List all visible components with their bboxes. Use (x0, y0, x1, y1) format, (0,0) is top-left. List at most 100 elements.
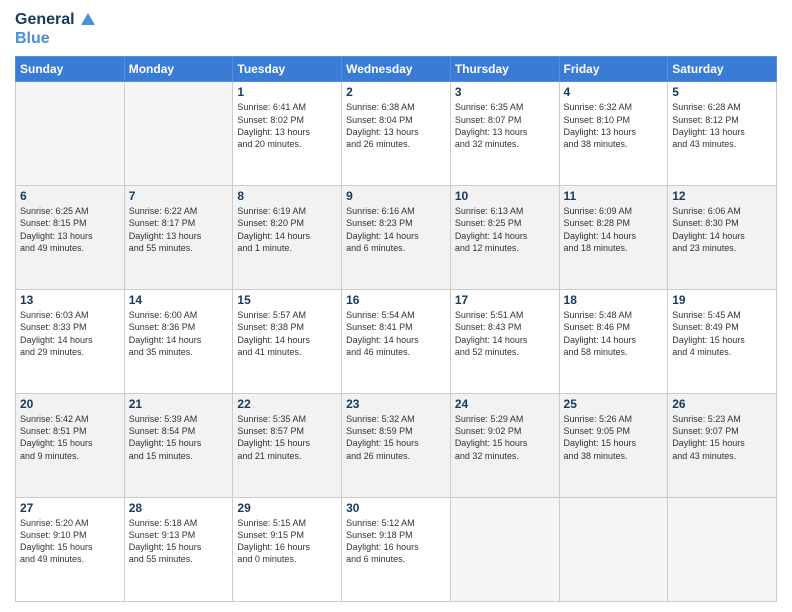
day-number: 5 (672, 85, 772, 99)
day-info: Sunrise: 6:32 AM Sunset: 8:10 PM Dayligh… (564, 101, 664, 150)
calendar-cell: 2 Sunrise: 6:38 AM Sunset: 8:04 PM Daylig… (342, 82, 451, 186)
calendar-cell: 11 Sunrise: 6:09 AM Sunset: 8:28 PM Dayli… (559, 186, 668, 290)
calendar-cell: 1 Sunrise: 6:41 AM Sunset: 8:02 PM Daylig… (233, 82, 342, 186)
day-info: Sunrise: 6:03 AM Sunset: 8:33 PM Dayligh… (20, 309, 120, 358)
day-of-week-header: Saturday (668, 57, 777, 82)
day-number: 20 (20, 397, 120, 411)
calendar-cell: 15Sunrise: 5:57 AM Sunset: 8:38 PM Dayli… (233, 290, 342, 394)
day-number: 3 (455, 85, 555, 99)
calendar-cell: 26Sunrise: 5:23 AM Sunset: 9:07 PM Dayli… (668, 394, 777, 498)
calendar-cell: 8 Sunrise: 6:19 AM Sunset: 8:20 PM Daylig… (233, 186, 342, 290)
day-info: Sunrise: 6:06 AM Sunset: 8:30 PM Dayligh… (672, 205, 772, 254)
calendar-cell: 16 Sunrise: 5:54 AM Sunset: 8:41 PM Dayli… (342, 290, 451, 394)
day-number: 19 (672, 293, 772, 307)
calendar-week-row: 6 Sunrise: 6:25 AM Sunset: 8:15 PM Daylig… (16, 186, 777, 290)
day-number: 27 (20, 501, 120, 515)
day-info: Sunrise: 5:45 AM Sunset: 8:49 PM Dayligh… (672, 309, 772, 358)
calendar-cell: 7 Sunrise: 6:22 AM Sunset: 8:17 PM Daylig… (124, 186, 233, 290)
day-info: Sunrise: 6:38 AM Sunset: 8:04 PM Dayligh… (346, 101, 446, 150)
day-info: Sunrise: 5:35 AM Sunset: 8:57 PM Dayligh… (237, 413, 337, 462)
day-number: 16 (346, 293, 446, 307)
calendar-cell: 20 Sunrise: 5:42 AM Sunset: 8:51 PM Dayli… (16, 394, 125, 498)
calendar-cell: 28 Sunrise: 5:18 AM Sunset: 9:13 PM Dayli… (124, 498, 233, 602)
day-number: 10 (455, 189, 555, 203)
calendar-cell: 10Sunrise: 6:13 AM Sunset: 8:25 PM Dayli… (450, 186, 559, 290)
page: General Blue SundayMondayTuesdayWednesda… (0, 0, 792, 612)
calendar-cell: 30 Sunrise: 5:12 AM Sunset: 9:18 PM Dayli… (342, 498, 451, 602)
calendar-cell: 12 Sunrise: 6:06 AM Sunset: 8:30 PM Dayli… (668, 186, 777, 290)
day-of-week-header: Thursday (450, 57, 559, 82)
day-number: 23 (346, 397, 446, 411)
day-number: 8 (237, 189, 337, 203)
day-of-week-header: Wednesday (342, 57, 451, 82)
day-info: Sunrise: 6:16 AM Sunset: 8:23 PM Dayligh… (346, 205, 446, 254)
calendar-table: SundayMondayTuesdayWednesdayThursdayFrid… (15, 56, 777, 602)
calendar-cell: 23 Sunrise: 5:32 AM Sunset: 8:59 PM Dayli… (342, 394, 451, 498)
day-number: 21 (129, 397, 229, 411)
day-number: 28 (129, 501, 229, 515)
calendar-cell: 18Sunrise: 5:48 AM Sunset: 8:46 PM Dayli… (559, 290, 668, 394)
day-number: 29 (237, 501, 337, 515)
calendar-week-row: 13 Sunrise: 6:03 AM Sunset: 8:33 PM Dayli… (16, 290, 777, 394)
day-number: 17 (455, 293, 555, 307)
calendar-week-row: 20 Sunrise: 5:42 AM Sunset: 8:51 PM Dayli… (16, 394, 777, 498)
day-of-week-header: Tuesday (233, 57, 342, 82)
day-info: Sunrise: 6:28 AM Sunset: 8:12 PM Dayligh… (672, 101, 772, 150)
calendar-cell: 14 Sunrise: 6:00 AM Sunset: 8:36 PM Dayli… (124, 290, 233, 394)
calendar-week-row: 27 Sunrise: 5:20 AM Sunset: 9:10 PM Dayli… (16, 498, 777, 602)
day-info: Sunrise: 6:41 AM Sunset: 8:02 PM Dayligh… (237, 101, 337, 150)
day-info: Sunrise: 5:26 AM Sunset: 9:05 PM Dayligh… (564, 413, 664, 462)
calendar-cell: 13 Sunrise: 6:03 AM Sunset: 8:33 PM Dayli… (16, 290, 125, 394)
day-info: Sunrise: 6:09 AM Sunset: 8:28 PM Dayligh… (564, 205, 664, 254)
day-info: Sunrise: 5:29 AM Sunset: 9:02 PM Dayligh… (455, 413, 555, 462)
day-number: 22 (237, 397, 337, 411)
day-info: Sunrise: 5:12 AM Sunset: 9:18 PM Dayligh… (346, 517, 446, 566)
day-of-week-header: Monday (124, 57, 233, 82)
day-of-week-header: Friday (559, 57, 668, 82)
day-info: Sunrise: 5:20 AM Sunset: 9:10 PM Dayligh… (20, 517, 120, 566)
calendar-header-row: SundayMondayTuesdayWednesdayThursdayFrid… (16, 57, 777, 82)
day-info: Sunrise: 5:15 AM Sunset: 9:15 PM Dayligh… (237, 517, 337, 566)
day-number: 26 (672, 397, 772, 411)
calendar-cell: 27 Sunrise: 5:20 AM Sunset: 9:10 PM Dayli… (16, 498, 125, 602)
day-info: Sunrise: 6:19 AM Sunset: 8:20 PM Dayligh… (237, 205, 337, 254)
day-info: Sunrise: 6:00 AM Sunset: 8:36 PM Dayligh… (129, 309, 229, 358)
day-info: Sunrise: 5:32 AM Sunset: 8:59 PM Dayligh… (346, 413, 446, 462)
calendar-cell: 29 Sunrise: 5:15 AM Sunset: 9:15 PM Dayli… (233, 498, 342, 602)
day-number: 11 (564, 189, 664, 203)
logo-blue: Blue (15, 29, 97, 48)
calendar-cell: 25 Sunrise: 5:26 AM Sunset: 9:05 PM Dayli… (559, 394, 668, 498)
day-info: Sunrise: 6:22 AM Sunset: 8:17 PM Dayligh… (129, 205, 229, 254)
day-number: 15 (237, 293, 337, 307)
day-number: 25 (564, 397, 664, 411)
day-info: Sunrise: 5:54 AM Sunset: 8:41 PM Dayligh… (346, 309, 446, 358)
day-info: Sunrise: 5:42 AM Sunset: 8:51 PM Dayligh… (20, 413, 120, 462)
header: General Blue (15, 10, 777, 48)
day-number: 9 (346, 189, 446, 203)
day-number: 14 (129, 293, 229, 307)
day-number: 7 (129, 189, 229, 203)
calendar-cell: 21 Sunrise: 5:39 AM Sunset: 8:54 PM Dayli… (124, 394, 233, 498)
logo-icon (79, 11, 97, 29)
calendar-cell (450, 498, 559, 602)
day-number: 30 (346, 501, 446, 515)
day-number: 1 (237, 85, 337, 99)
day-info: Sunrise: 6:25 AM Sunset: 8:15 PM Dayligh… (20, 205, 120, 254)
day-number: 6 (20, 189, 120, 203)
day-number: 13 (20, 293, 120, 307)
calendar-cell: 19 Sunrise: 5:45 AM Sunset: 8:49 PM Dayli… (668, 290, 777, 394)
day-info: Sunrise: 6:35 AM Sunset: 8:07 PM Dayligh… (455, 101, 555, 150)
day-info: Sunrise: 5:51 AM Sunset: 8:43 PM Dayligh… (455, 309, 555, 358)
day-info: Sunrise: 5:18 AM Sunset: 9:13 PM Dayligh… (129, 517, 229, 566)
calendar-cell: 3 Sunrise: 6:35 AM Sunset: 8:07 PM Daylig… (450, 82, 559, 186)
calendar-cell: 4Sunrise: 6:32 AM Sunset: 8:10 PM Daylig… (559, 82, 668, 186)
day-number: 24 (455, 397, 555, 411)
day-number: 12 (672, 189, 772, 203)
logo: General Blue (15, 10, 97, 48)
day-info: Sunrise: 5:48 AM Sunset: 8:46 PM Dayligh… (564, 309, 664, 358)
day-number: 2 (346, 85, 446, 99)
day-of-week-header: Sunday (16, 57, 125, 82)
logo-text: General (15, 10, 97, 29)
calendar-cell (559, 498, 668, 602)
day-info: Sunrise: 5:39 AM Sunset: 8:54 PM Dayligh… (129, 413, 229, 462)
